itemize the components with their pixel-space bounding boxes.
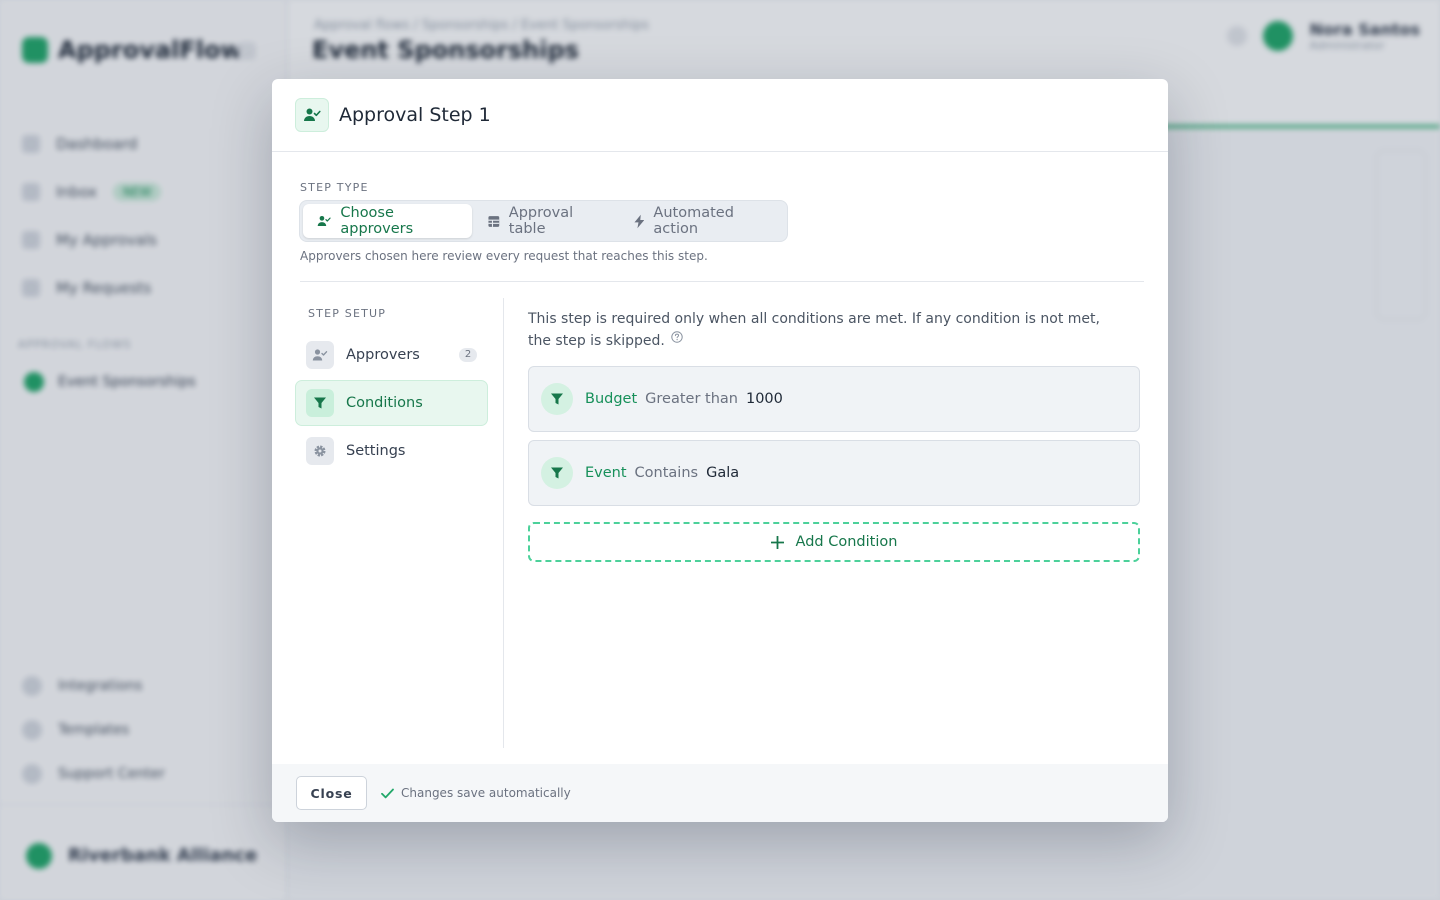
condition-value: 1000 <box>745 391 783 407</box>
help-icon[interactable] <box>671 329 683 349</box>
modal-title: Approval Step 1 <box>339 104 491 126</box>
step-setup-nav: Approvers 2 Conditions Settings <box>295 332 488 476</box>
modal-header: Approval Step 1 <box>272 79 1168 152</box>
condition-card[interactable]: Budget Greater than 1000 <box>528 366 1140 432</box>
conditions-description-text: This step is required only when all cond… <box>528 311 1100 349</box>
step-type-selector: Choose approvers Approval table Automate… <box>299 200 788 242</box>
condition-operator: Contains <box>634 465 699 481</box>
condition-operator: Greater than <box>645 391 738 407</box>
condition-value: Gala <box>706 465 740 481</box>
step-type-label-text: Choose approvers <box>340 205 414 237</box>
step-type-label: STEP TYPE <box>300 181 369 194</box>
panel-divider <box>503 298 504 748</box>
approval-step-modal: Approval Step 1 STEP TYPE Choose approve… <box>272 79 1168 822</box>
section-divider <box>300 281 1144 282</box>
setup-nav-approvers[interactable]: Approvers 2 <box>295 332 488 378</box>
step-type-label-text: Approval table <box>508 205 574 237</box>
gear-icon <box>306 437 334 465</box>
autosave-status: Changes save automatically <box>381 786 571 800</box>
step-type-choose-approvers[interactable]: Choose approvers <box>303 204 473 238</box>
step-type-hint: Approvers chosen here review every reque… <box>300 249 708 263</box>
bolt-icon <box>634 214 644 228</box>
step-type-approval-table[interactable]: Approval table <box>474 204 618 238</box>
setup-nav-conditions[interactable]: Conditions <box>295 380 488 426</box>
approvers-count-badge: 2 <box>459 348 477 362</box>
condition-card[interactable]: Event Contains Gala <box>528 440 1140 506</box>
step-type-automated-action[interactable]: Automated action <box>620 204 784 238</box>
plus-icon <box>770 535 784 549</box>
modal-footer: Close Changes save automatically <box>272 764 1168 822</box>
setup-nav-settings[interactable]: Settings <box>295 428 488 474</box>
user-check-icon <box>295 98 329 132</box>
step-type-label-text: Automated action <box>653 205 734 237</box>
table-icon <box>488 215 500 227</box>
add-condition-button[interactable]: Add Condition <box>528 522 1140 562</box>
condition-field: Budget <box>585 391 638 407</box>
setup-nav-label: Settings <box>346 443 406 459</box>
filter-icon <box>541 457 573 489</box>
filter-icon <box>541 383 573 415</box>
user-check-icon <box>306 341 334 369</box>
close-button[interactable]: Close <box>296 776 367 810</box>
autosave-text: Changes save automatically <box>401 786 571 800</box>
filter-icon <box>306 389 334 417</box>
add-condition-label: Add Condition <box>795 534 898 550</box>
user-check-icon <box>317 215 331 226</box>
setup-nav-label: Conditions <box>346 395 423 411</box>
condition-field: Event <box>585 465 627 481</box>
step-setup-label: STEP SETUP <box>308 307 387 320</box>
conditions-description: This step is required only when all cond… <box>528 309 1118 351</box>
check-icon <box>381 788 394 798</box>
setup-nav-label: Approvers <box>346 347 420 363</box>
